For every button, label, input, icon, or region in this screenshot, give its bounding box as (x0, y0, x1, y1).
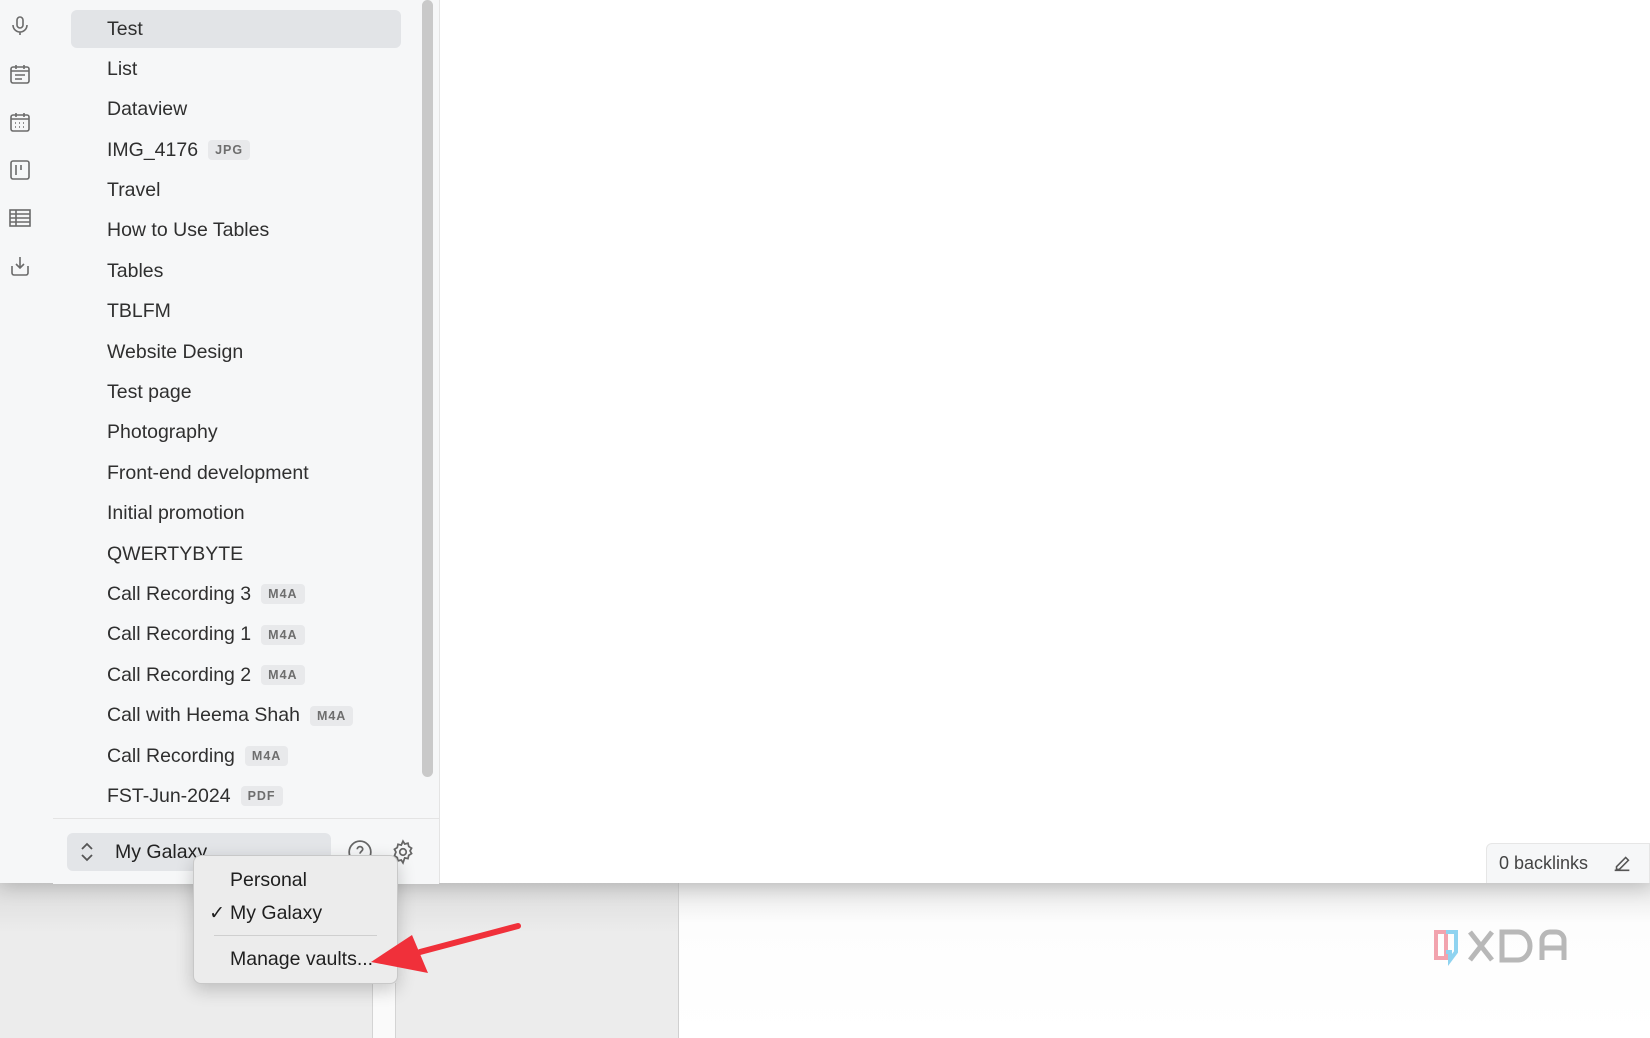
file-name: Initial promotion (107, 502, 245, 525)
file-item[interactable]: Tables (71, 252, 401, 290)
vault-dropdown-menu: Personal ✓ My Galaxy Manage vaults... (193, 855, 398, 984)
file-item[interactable]: TBLFM (71, 293, 401, 331)
file-item[interactable]: Travel (71, 172, 401, 210)
file-item[interactable]: Dataview (71, 91, 401, 129)
sidebar-scrollbar[interactable] (422, 0, 433, 777)
file-list: Test List Dataview IMG_4176 JPG Travel How to … (71, 10, 401, 818)
file-item[interactable]: Call Recording 3 M4A (71, 575, 401, 613)
file-extension-badge: M4A (261, 665, 305, 686)
file-name: Call with Heema Shah (107, 704, 300, 727)
file-item[interactable]: How to Use Tables (71, 212, 401, 250)
file-item[interactable]: Call Recording 1 M4A (71, 616, 401, 654)
file-name: Call Recording 3 (107, 582, 252, 605)
file-item[interactable]: Call with Heema Shah M4A (71, 697, 401, 735)
file-name: Website Design (107, 340, 244, 363)
checkmark-icon: ✓ (209, 902, 225, 924)
menu-item-manage-vaults[interactable]: Manage vaults... (194, 945, 397, 973)
file-item[interactable]: QWERTYBYTE (71, 535, 401, 573)
pencil-edit-icon[interactable] (1611, 852, 1635, 876)
file-item[interactable]: FST-Jun-2024 PDF (71, 777, 401, 815)
file-name: IMG_4176 (107, 138, 199, 161)
menu-item-my-galaxy[interactable]: ✓ My Galaxy (194, 899, 397, 927)
file-name: TBLFM (107, 300, 171, 323)
file-extension-badge: M4A (261, 624, 305, 645)
file-name: Test page (107, 381, 192, 404)
file-item[interactable]: IMG_4176 JPG (71, 131, 401, 169)
status-bar-backlinks[interactable]: 0 backlinks (1486, 843, 1650, 883)
kanban-board-icon[interactable] (6, 156, 34, 184)
file-extension-badge: PDF (240, 786, 283, 807)
microphone-icon[interactable] (6, 12, 34, 40)
menu-item-label: My Galaxy (230, 901, 323, 924)
file-name: Photography (107, 421, 218, 444)
file-extension-badge: M4A (261, 584, 305, 605)
file-item[interactable]: List (71, 50, 401, 88)
calendar-icon[interactable] (6, 108, 34, 136)
file-name: Call Recording (107, 744, 235, 767)
background-window-strip (372, 983, 396, 1038)
file-name: QWERTYBYTE (107, 542, 244, 565)
file-name: Front-end development (107, 461, 309, 484)
file-item[interactable]: Test page (71, 374, 401, 412)
file-item[interactable]: Initial promotion (71, 495, 401, 533)
xda-logo (1434, 929, 1567, 966)
file-name: Call Recording 1 (107, 623, 252, 646)
table-icon[interactable] (6, 204, 34, 232)
file-extension-badge: JPG (208, 140, 251, 161)
file-extension-badge: M4A (244, 746, 289, 767)
file-name: Dataview (107, 98, 188, 121)
file-name: Call Recording 2 (107, 663, 252, 686)
file-extension-badge: M4A (309, 705, 354, 726)
file-name: FST-Jun-2024 (107, 784, 231, 807)
file-explorer-sidebar: Test List Dataview IMG_4176 JPG Travel How to … (53, 0, 440, 883)
file-item[interactable]: Front-end development (71, 454, 401, 492)
file-item[interactable]: Website Design (71, 333, 401, 371)
file-item[interactable]: Call Recording M4A (71, 737, 401, 775)
menu-item-label: Personal (230, 868, 307, 891)
menu-divider (214, 935, 377, 936)
file-name: Tables (107, 259, 164, 282)
chevron-up-down-icon (67, 841, 107, 863)
menu-item-personal[interactable]: Personal (194, 866, 397, 894)
file-name: How to Use Tables (107, 219, 270, 242)
daily-note-calendar-icon[interactable] (6, 60, 34, 88)
backlinks-count: 0 backlinks (1499, 853, 1589, 873)
file-name: Test (107, 17, 143, 40)
file-item[interactable]: Test (71, 10, 401, 48)
import-icon[interactable] (6, 252, 34, 280)
file-name: List (107, 57, 138, 80)
file-item[interactable]: Call Recording 2 M4A (71, 656, 401, 694)
left-ribbon (0, 0, 54, 883)
menu-item-label: Manage vaults... (230, 947, 374, 970)
file-item[interactable]: Photography (71, 414, 401, 452)
file-name: Travel (107, 179, 161, 202)
app-window: Test List Dataview IMG_4176 JPG Travel How to … (0, 0, 1650, 884)
